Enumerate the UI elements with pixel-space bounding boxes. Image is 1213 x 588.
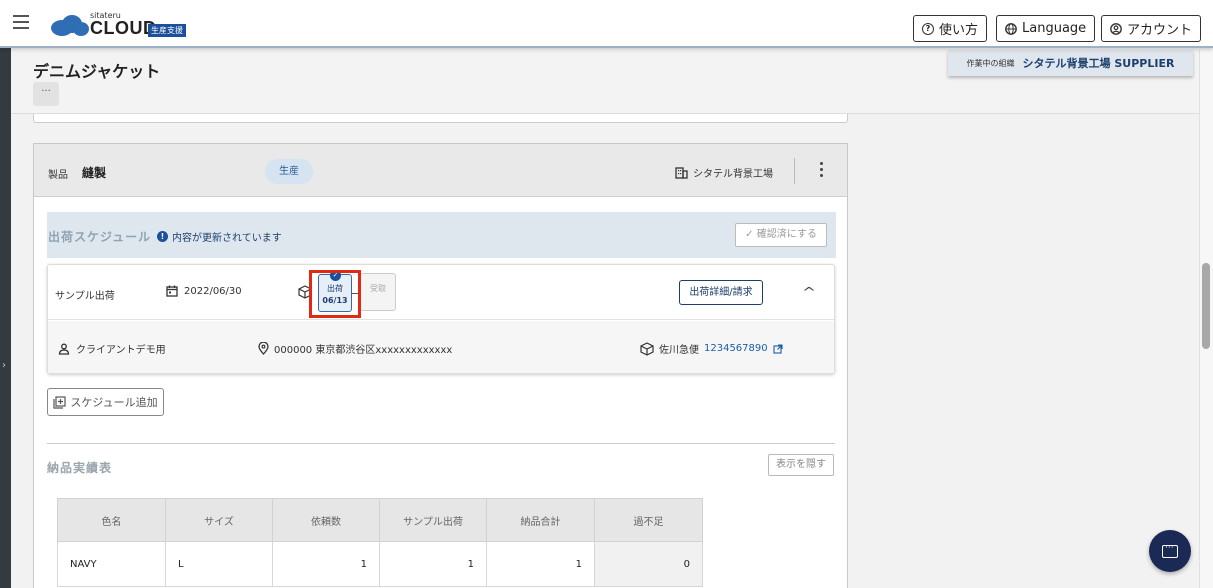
schedule-date: 2022/06/30 xyxy=(166,285,242,297)
update-notice-text: 内容が更新されています xyxy=(172,233,282,244)
address-text: 000000 東京都渋谷区xxxxxxxxxxxxx xyxy=(274,345,453,356)
column-header: サンプル出荷 xyxy=(379,498,487,542)
table-cell: 0 xyxy=(594,541,703,587)
client-name: クライアントデモ用 xyxy=(76,345,166,356)
column-header: 納品合計 xyxy=(486,498,595,542)
expand-chevron-icon[interactable]: › xyxy=(2,360,6,371)
previous-card-edge xyxy=(33,114,848,123)
add-schedule-label: スケジュール追加 xyxy=(70,396,158,409)
client-info: クライアントデモ用 xyxy=(58,341,166,356)
column-header: 依頼数 xyxy=(272,498,380,542)
carrier-info: 佐川急便 1234567890 xyxy=(640,341,783,356)
left-rail[interactable]: › xyxy=(0,48,11,588)
person-icon xyxy=(58,343,70,355)
column-header: 過不足 xyxy=(594,498,703,542)
info-icon: ! xyxy=(157,231,168,242)
table-row: NAVY L 1 1 1 0 xyxy=(57,541,703,587)
app-header: sitateru CLOUD 生産支援 ? 使い方 Language アカウント xyxy=(0,0,1213,48)
column-header: サイズ xyxy=(165,498,273,542)
package-icon xyxy=(640,341,654,356)
status-badge: 生産 xyxy=(265,159,313,184)
hide-table-button[interactable]: 表示を隠す xyxy=(768,454,834,476)
schedule-item: サンプル出荷 2022/06/30 ✓ 出荷 06/13 受取 出荷詳細/請求 … xyxy=(47,264,835,374)
logo[interactable]: sitateru CLOUD 生産支援 xyxy=(50,10,195,40)
delivery-record-title: 納品実績表 xyxy=(47,461,113,475)
current-org-panel[interactable]: 作業中の組織 シタテル背景工場 SUPPLIER xyxy=(948,50,1193,76)
globe-icon xyxy=(1005,22,1017,35)
help-button[interactable]: ? 使い方 xyxy=(913,15,988,42)
hamburger-menu-icon[interactable] xyxy=(13,15,29,29)
header-divider xyxy=(794,158,795,184)
account-button-label: アカウント xyxy=(1127,23,1193,38)
factory-name: シタテル背景工場 xyxy=(693,169,773,180)
language-button[interactable]: Language xyxy=(996,15,1096,42)
shipping-step[interactable]: ✓ 出荷 06/13 xyxy=(318,270,352,312)
chat-button[interactable] xyxy=(1149,530,1191,572)
tracking-number-link[interactable]: 1234567890 xyxy=(704,343,768,354)
table-cell: 1 xyxy=(272,541,380,587)
shipping-detail-button[interactable]: 出荷詳細/請求 xyxy=(679,280,763,305)
add-copy-icon xyxy=(53,395,66,409)
logo-main-text: CLOUD xyxy=(90,18,157,38)
more-options-button[interactable]: ··· xyxy=(33,82,59,106)
delivery-table: 色名 サイズ 依頼数 サンプル出荷 納品合計 過不足 NAVY L 1 1 1 … xyxy=(57,498,703,587)
receive-step[interactable]: 受取 xyxy=(360,273,396,311)
page-title: デニムジャケット xyxy=(33,62,161,81)
schedule-date-text: 2022/06/30 xyxy=(184,285,242,297)
product-name: 縫製 xyxy=(82,166,107,180)
cloud-logo-icon xyxy=(51,15,89,36)
language-button-label: Language xyxy=(1022,21,1087,36)
product-card-header: 製品 縫製 生産 シタテル背景工場 xyxy=(34,144,847,197)
org-name: シタテル背景工場 SUPPLIER xyxy=(1022,57,1175,70)
shipping-step-label: 出荷 xyxy=(327,284,343,293)
update-notice: ! 内容が更新されています xyxy=(157,229,282,244)
shipping-schedule-title: 出荷スケジュール xyxy=(48,230,152,244)
kebab-menu-icon[interactable] xyxy=(814,162,828,182)
schedule-item-details: クライアントデモ用 000000 東京都渋谷区xxxxxxxxxxxxx 佐川急… xyxy=(48,321,834,373)
table-cell: 1 xyxy=(379,541,487,587)
scrollbar-thumb[interactable] xyxy=(1202,263,1210,349)
account-button[interactable]: アカウント xyxy=(1101,15,1202,42)
calendar-icon xyxy=(166,285,178,297)
table-cell: 1 xyxy=(486,541,595,587)
user-circle-icon xyxy=(1110,22,1122,35)
logo-tag: 生産支援 xyxy=(148,24,186,37)
add-schedule-button[interactable]: スケジュール追加 xyxy=(47,388,164,416)
step-connector xyxy=(352,293,360,294)
mark-confirmed-button[interactable]: ✓ 確認済にする xyxy=(735,223,827,247)
package-icon xyxy=(298,285,312,299)
section-divider xyxy=(47,443,835,444)
question-icon: ? xyxy=(922,22,934,35)
schedule-type: サンプル出荷 xyxy=(55,291,115,302)
product-label: 製品 xyxy=(48,170,68,181)
building-icon xyxy=(675,166,688,179)
location-pin-icon xyxy=(258,342,269,355)
table-cell: NAVY xyxy=(57,541,166,587)
carrier-name: 佐川急便 xyxy=(659,345,699,356)
product-card: 製品 縫製 生産 シタテル背景工場 出荷スケジュール ! 内容が更新されています… xyxy=(33,143,848,588)
help-button-label: 使い方 xyxy=(939,23,979,38)
chat-bubble-icon xyxy=(1162,543,1178,558)
external-link-icon[interactable] xyxy=(773,343,783,354)
schedule-item-summary: サンプル出荷 2022/06/30 ✓ 出荷 06/13 受取 出荷詳細/請求 … xyxy=(48,265,834,320)
table-cell: L xyxy=(165,541,273,587)
shipping-step-date: 06/13 xyxy=(322,296,348,305)
address-info: 000000 東京都渋谷区xxxxxxxxxxxxx xyxy=(258,341,452,356)
column-header: 色名 xyxy=(57,498,166,542)
factory-info: シタテル背景工場 xyxy=(675,165,773,180)
check-circle-icon: ✓ xyxy=(330,270,341,281)
shipping-schedule-banner: 出荷スケジュール ! 内容が更新されています ✓ 確認済にする xyxy=(47,212,836,258)
mark-confirmed-label: 確認済にする xyxy=(756,229,817,240)
collapse-chevron-icon[interactable]: ^ xyxy=(802,285,816,299)
org-label: 作業中の組織 xyxy=(966,58,1015,68)
